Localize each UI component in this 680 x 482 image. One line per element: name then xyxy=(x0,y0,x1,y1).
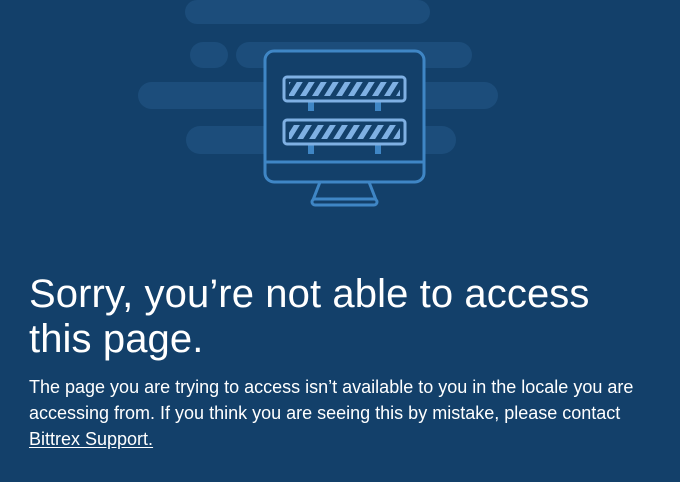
blocked-monitor-icon xyxy=(138,0,498,207)
error-content: Sorry, you’re not able to access this pa… xyxy=(29,272,659,452)
error-message-text: The page you are trying to access isn’t … xyxy=(29,377,634,423)
error-message: The page you are trying to access isn’t … xyxy=(29,374,659,452)
error-headline: Sorry, you’re not able to access this pa… xyxy=(29,272,590,361)
support-link[interactable]: Bittrex Support. xyxy=(29,429,153,449)
blocked-access-illustration xyxy=(0,0,680,230)
